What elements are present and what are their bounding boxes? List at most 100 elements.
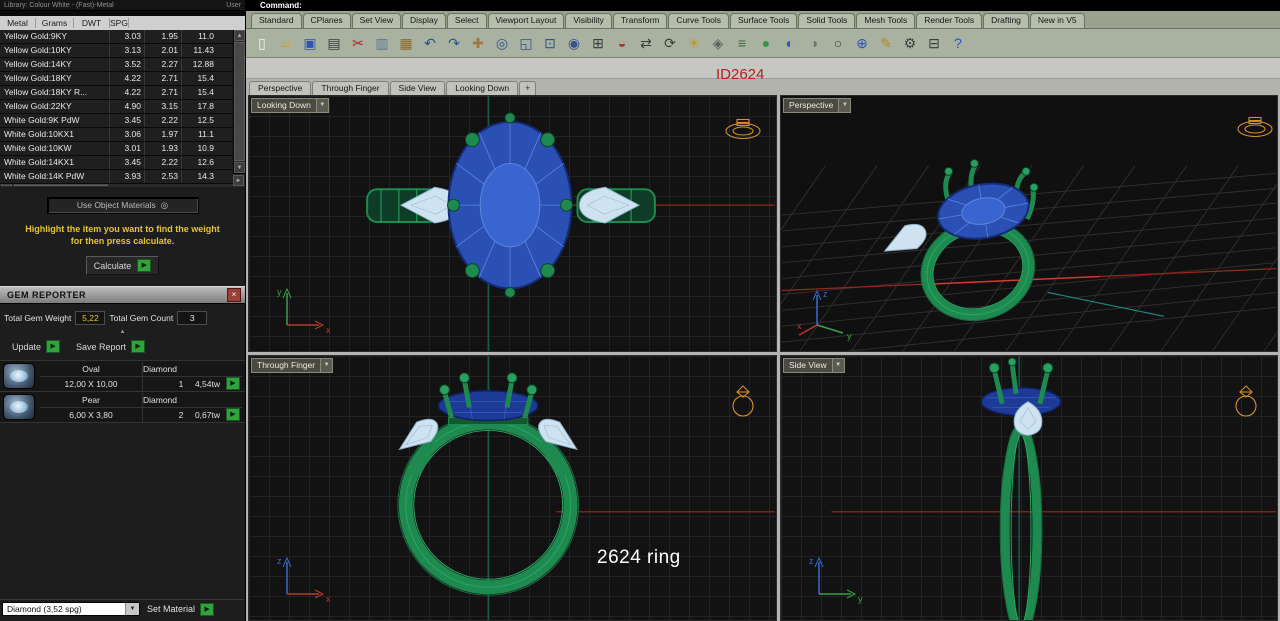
- viewport-title[interactable]: Side View: [783, 358, 833, 373]
- column-header[interactable]: SPG: [110, 18, 129, 28]
- calculate-button[interactable]: Calculate ▶: [85, 256, 160, 275]
- table-row[interactable]: Yellow Gold:9KY 3.03 1.95 11.0: [0, 30, 233, 44]
- gem-reporter-header[interactable]: GEM REPORTER ×: [0, 286, 245, 304]
- viewport-side-view[interactable]: Side View ▼ z y: [780, 355, 1278, 621]
- material-dropdown[interactable]: Diamond (3,52 spg) ▼: [2, 602, 140, 616]
- scrollbar-thumb[interactable]: [234, 42, 245, 161]
- table-row[interactable]: White Gold:14K PdW 3.93 2.53 14.3: [0, 170, 233, 184]
- open-folder-icon[interactable]: ▱: [275, 32, 297, 54]
- viewport-tab[interactable]: Looking Down: [446, 81, 519, 95]
- layout-icon[interactable]: ⊟: [923, 32, 945, 54]
- menu-tab[interactable]: Standard: [251, 13, 302, 28]
- gem-row[interactable]: Pear 6,00 X 3,80 Diamond 2 0,67tw ▶: [0, 392, 245, 423]
- menu-tab[interactable]: Select: [446, 13, 487, 28]
- menu-tab[interactable]: New in V5: [1029, 13, 1085, 28]
- pan-icon[interactable]: ✚: [467, 32, 489, 54]
- set-material-button[interactable]: Set Material ▶: [147, 602, 215, 616]
- menu-tab[interactable]: Set View: [351, 13, 402, 28]
- table-row[interactable]: White Gold:10KX1 3.06 1.97 11.1: [0, 128, 233, 142]
- table-row[interactable]: Yellow Gold:22KY 4.90 3.15 17.8: [0, 100, 233, 114]
- axis-h-label: y: [858, 594, 863, 604]
- lock-icon[interactable]: ◈: [707, 32, 729, 54]
- paste-icon[interactable]: ▦: [395, 32, 417, 54]
- table-row[interactable]: White Gold:10KW 3.01 1.93 10.9: [0, 142, 233, 156]
- viewport-looking-down[interactable]: Looking Down ▼ y x: [248, 95, 777, 352]
- vertical-scrollbar[interactable]: ▲ ▼: [233, 30, 245, 173]
- scroll-up-icon[interactable]: ▲: [234, 30, 245, 41]
- command-bar[interactable]: Command:: [246, 0, 1280, 11]
- document-id-label: ID2624: [716, 66, 765, 83]
- menu-tab[interactable]: Viewport Layout: [487, 13, 565, 28]
- menu-tab[interactable]: Visibility: [565, 13, 612, 28]
- undo-icon[interactable]: ↶: [419, 32, 441, 54]
- table-row[interactable]: Yellow Gold:18KY R... 4.22 2.71 15.4: [0, 86, 233, 100]
- save-report-button[interactable]: Save Report ▶: [76, 340, 146, 353]
- viewport-title[interactable]: Through Finger: [251, 358, 322, 373]
- menu-tab[interactable]: Solid Tools: [798, 13, 856, 28]
- swap-view-icon[interactable]: ⇄: [635, 32, 657, 54]
- viewport-through-finger[interactable]: Through Finger ▼ 2624 ring z x: [248, 355, 777, 621]
- layers-icon[interactable]: ≡: [731, 32, 753, 54]
- column-header[interactable]: DWT: [74, 18, 110, 28]
- gumball-icon[interactable]: ◒: [611, 32, 633, 54]
- zoom-extents-icon[interactable]: ⊡: [539, 32, 561, 54]
- cut-icon[interactable]: ✂: [347, 32, 369, 54]
- new-file-icon[interactable]: ▯: [251, 32, 273, 54]
- lamp-icon[interactable]: ☀: [683, 32, 705, 54]
- menu-tab[interactable]: Render Tools: [916, 13, 983, 28]
- print-icon[interactable]: ▤: [323, 32, 345, 54]
- table-row[interactable]: Yellow Gold:14KY 3.52 2.27 12.88: [0, 58, 233, 72]
- gem-arrow-icon[interactable]: ▶: [226, 408, 240, 421]
- user-label[interactable]: User: [226, 2, 241, 9]
- table-row[interactable]: Yellow Gold:10KY 3.13 2.01 11.43: [0, 44, 233, 58]
- wireframe-view-icon[interactable]: ○: [827, 32, 849, 54]
- viewport-tab[interactable]: Perspective: [249, 81, 312, 95]
- pencil-icon[interactable]: ✎: [875, 32, 897, 54]
- save-icon[interactable]: ▣: [299, 32, 321, 54]
- shaded-view-icon[interactable]: ●: [755, 32, 777, 54]
- gem-arrow-icon[interactable]: ▶: [226, 377, 240, 390]
- viewport-perspective[interactable]: Perspective ▼ z x y: [780, 95, 1278, 352]
- orbit-icon[interactable]: ⟳: [659, 32, 681, 54]
- rendered-view-icon[interactable]: ◐: [779, 32, 801, 54]
- zoom-window-icon[interactable]: ◱: [515, 32, 537, 54]
- menu-tab[interactable]: Display: [402, 13, 446, 28]
- grid-snap-icon[interactable]: ⊞: [587, 32, 609, 54]
- ghosted-view-icon[interactable]: ◑: [803, 32, 825, 54]
- viewport-menu-icon[interactable]: ▼: [839, 98, 852, 113]
- zoom-icon[interactable]: ◎: [491, 32, 513, 54]
- viewport-title[interactable]: Perspective: [783, 98, 840, 113]
- zoom-selected-icon[interactable]: ◉: [563, 32, 585, 54]
- table-row[interactable]: White Gold:9K PdW 3.45 2.22 12.5: [0, 114, 233, 128]
- column-header[interactable]: Grams: [36, 18, 74, 28]
- table-row[interactable]: Yellow Gold:18KY 4.22 2.71 15.4: [0, 72, 233, 86]
- scroll-down-icon[interactable]: ▼: [234, 162, 245, 173]
- new-viewport-tab[interactable]: +: [519, 81, 537, 95]
- menu-tab[interactable]: Surface Tools: [730, 13, 798, 28]
- viewport-tab[interactable]: Through Finger: [312, 81, 389, 95]
- dropdown-arrow-icon[interactable]: ▼: [125, 603, 139, 615]
- collapse-toggle[interactable]: ▲: [0, 328, 245, 336]
- viewport-menu-icon[interactable]: ▼: [316, 98, 329, 113]
- viewport-menu-icon[interactable]: ▼: [832, 358, 845, 373]
- menu-tab[interactable]: Mesh Tools: [856, 13, 916, 28]
- column-header[interactable]: Metal: [0, 18, 36, 28]
- viewport-title[interactable]: Looking Down: [251, 98, 317, 113]
- scroll-right-icon[interactable]: ►: [233, 175, 244, 186]
- help-icon[interactable]: ?: [947, 32, 969, 54]
- gem-row[interactable]: Oval 12,00 X 10,00 Diamond 1 4,54tw ▶: [0, 361, 245, 392]
- table-row[interactable]: White Gold:14KX1 3.45 2.22 12.6: [0, 156, 233, 170]
- copy-icon[interactable]: ▥: [371, 32, 393, 54]
- close-icon[interactable]: ×: [227, 288, 241, 302]
- viewport-tab[interactable]: Side View: [389, 81, 446, 95]
- menu-tab[interactable]: Transform: [612, 13, 668, 28]
- menu-tab[interactable]: Drafting: [983, 13, 1029, 28]
- globe-icon[interactable]: ⊕: [851, 32, 873, 54]
- menu-tab[interactable]: CPlanes: [302, 13, 351, 28]
- menu-tab[interactable]: Curve Tools: [668, 13, 730, 28]
- use-object-materials-dropdown[interactable]: Use Object Materials ◎: [46, 196, 199, 214]
- viewport-menu-icon[interactable]: ▼: [321, 358, 334, 373]
- update-button[interactable]: Update ▶: [12, 340, 61, 353]
- redo-icon[interactable]: ↷: [443, 32, 465, 54]
- gear-icon[interactable]: ⚙: [899, 32, 921, 54]
